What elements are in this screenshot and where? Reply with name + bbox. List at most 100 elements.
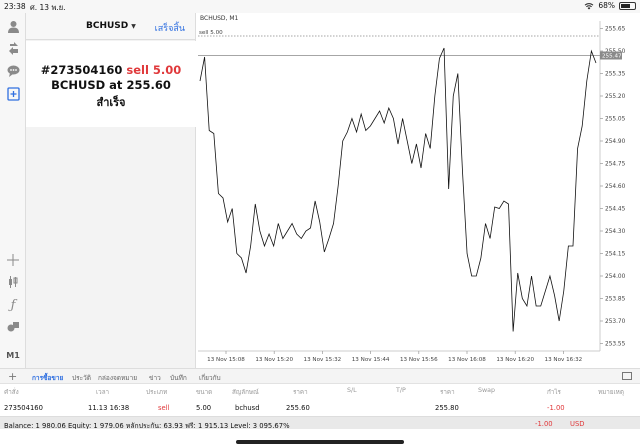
caret-down-icon: ▼ <box>131 23 136 30</box>
result-symbol: BCHUSD <box>51 78 106 92</box>
col-swap: Swap <box>478 387 496 394</box>
wifi-icon <box>584 2 594 9</box>
account-icon[interactable] <box>4 17 22 35</box>
new-order-icon[interactable] <box>4 85 22 103</box>
balance-profit: -1.00 <box>535 420 553 428</box>
y-tick-label: 254.15 <box>605 252 626 258</box>
col-type: ประเภท <box>146 389 168 396</box>
x-tick-label: 13 Nov 16:32 <box>545 357 583 363</box>
sell-order-label: sell 5.00 <box>199 30 223 36</box>
col-tp: T/P <box>396 387 406 394</box>
result-status: สำเร็จ <box>96 96 126 109</box>
tab-mailbox[interactable]: กล่องจดหมาย <box>98 373 137 383</box>
candles-icon[interactable] <box>4 273 22 291</box>
row-type: sell <box>158 404 170 412</box>
row-profit: -1.00 <box>547 404 565 412</box>
row-price: 255.60 <box>286 404 310 412</box>
order-panel: BCHUSD ▼ เสร็จสิ้น #273504160 sell 5.00 B… <box>26 13 196 368</box>
status-bar: 23:38 ศ. 13 พ.ย. 68% <box>0 0 640 13</box>
function-icon: ƒ <box>10 297 16 313</box>
result-price-line: BCHUSD at 255.60 <box>26 78 196 92</box>
indicators-icon[interactable]: ƒ <box>4 296 22 314</box>
left-toolbar: ƒ M1 <box>0 13 26 368</box>
battery-percent: 68% <box>598 1 615 10</box>
y-tick-label: 253.70 <box>605 319 626 325</box>
row-order: 273504160 <box>4 404 43 412</box>
y-tick-label: 255.65 <box>605 27 626 33</box>
tab-history[interactable]: ประวัติ <box>72 373 91 383</box>
tab-about[interactable]: เกี่ยวกับ <box>199 373 221 383</box>
col-symbol: สัญลักษณ์ <box>232 389 259 396</box>
trade-table-header: คำสั่ง เวลา ประเภท ขนาด สัญลักษณ์ ราคา S… <box>0 385 640 397</box>
col-profit: กำไร <box>547 389 561 396</box>
document-plus-icon <box>6 87 20 101</box>
symbol-selector[interactable]: BCHUSD ▼ <box>86 21 136 31</box>
price-series-line <box>199 47 597 332</box>
x-tick-label: 13 Nov 15:44 <box>352 357 390 363</box>
col-time: เวลา <box>96 389 110 396</box>
x-tick-label: 13 Nov 15:32 <box>304 357 342 363</box>
price-chart[interactable]: BCHUSD, M1 255.65255.50255.35255.20255.0… <box>196 13 640 368</box>
result-ticket: #273504160 <box>40 63 123 77</box>
chart-canvas[interactable]: 255.65255.50255.35255.20255.05254.90254.… <box>196 13 640 368</box>
col-comment: หมายเหตุ <box>598 389 624 396</box>
tab-trade[interactable]: การซื้อขาย <box>32 373 63 383</box>
chat-icon[interactable] <box>4 62 22 80</box>
order-panel-header: BCHUSD ▼ เสร็จสิ้น <box>26 13 195 40</box>
crosshair-icon[interactable] <box>4 251 22 269</box>
timeframe-button[interactable]: M1 <box>4 346 22 364</box>
col-size: ขนาด <box>196 389 213 396</box>
y-tick-label: 254.60 <box>605 184 626 190</box>
home-indicator[interactable] <box>236 440 404 444</box>
balance-bar: Balance: 1 980.06 Equity: 1 979.06 หลักป… <box>0 416 640 430</box>
y-tick-label: 254.30 <box>605 229 626 235</box>
x-tick-label: 13 Nov 16:20 <box>496 357 534 363</box>
speech-bubble-icon <box>7 65 19 77</box>
arrows-icon <box>8 41 18 55</box>
battery-icon <box>619 1 636 10</box>
y-tick-label: 253.55 <box>605 342 626 348</box>
tab-journal[interactable]: บันทึก <box>170 373 187 383</box>
result-price: 255.60 <box>126 78 171 92</box>
y-tick-label: 255.20 <box>605 94 626 100</box>
status-time: 23:38 <box>4 2 26 11</box>
balance-currency: USD <box>570 420 585 428</box>
col-current-price: ราคา <box>440 389 455 396</box>
cross-icon <box>7 254 19 266</box>
row-time: 11.13 16:38 <box>88 404 130 412</box>
y-tick-label: 254.00 <box>605 274 626 280</box>
y-tick-label: 254.75 <box>605 162 626 168</box>
terminal-tabs: + การซื้อขาย ประวัติ กล่องจดหมาย ข่าว บั… <box>0 368 640 384</box>
y-tick-label: 254.45 <box>605 207 626 213</box>
row-current-price: 255.80 <box>435 404 459 412</box>
row-symbol: bchusd <box>235 404 260 412</box>
shapes-icon <box>7 322 19 332</box>
row-size: 5.00 <box>196 404 212 412</box>
y-tick-label: 253.85 <box>605 297 626 303</box>
tab-news[interactable]: ข่าว <box>149 373 161 383</box>
bottom-area <box>0 429 640 447</box>
done-button[interactable]: เสร็จสิ้น <box>155 21 185 35</box>
col-price: ราคา <box>293 389 308 396</box>
result-at: at <box>109 78 123 92</box>
expand-icon[interactable] <box>622 372 632 380</box>
bid-price-label: 255.47 <box>602 54 622 60</box>
x-tick-label: 13 Nov 15:20 <box>255 357 293 363</box>
symbol-name: BCHUSD <box>86 21 129 31</box>
y-tick-label: 254.90 <box>605 139 626 145</box>
order-result: #273504160 sell 5.00 BCHUSD at 255.60 สำ… <box>26 41 196 127</box>
result-action: sell 5.00 <box>126 63 182 77</box>
table-row[interactable]: 273504160 11.13 16:38 sell 5.00 bchusd 2… <box>0 400 640 415</box>
y-tick-label: 255.05 <box>605 117 626 123</box>
candlestick-icon <box>9 276 18 288</box>
add-icon[interactable]: + <box>8 370 17 383</box>
y-tick-label: 255.35 <box>605 72 626 78</box>
x-tick-label: 13 Nov 16:08 <box>448 357 486 363</box>
x-tick-label: 13 Nov 15:08 <box>207 357 245 363</box>
result-ticket-line: #273504160 sell 5.00 <box>26 63 196 77</box>
objects-icon[interactable] <box>4 318 22 336</box>
signal-icon[interactable] <box>4 39 22 57</box>
col-sl: S/L <box>347 387 357 394</box>
x-tick-label: 13 Nov 15:56 <box>400 357 438 363</box>
col-order: คำสั่ง <box>4 389 19 396</box>
